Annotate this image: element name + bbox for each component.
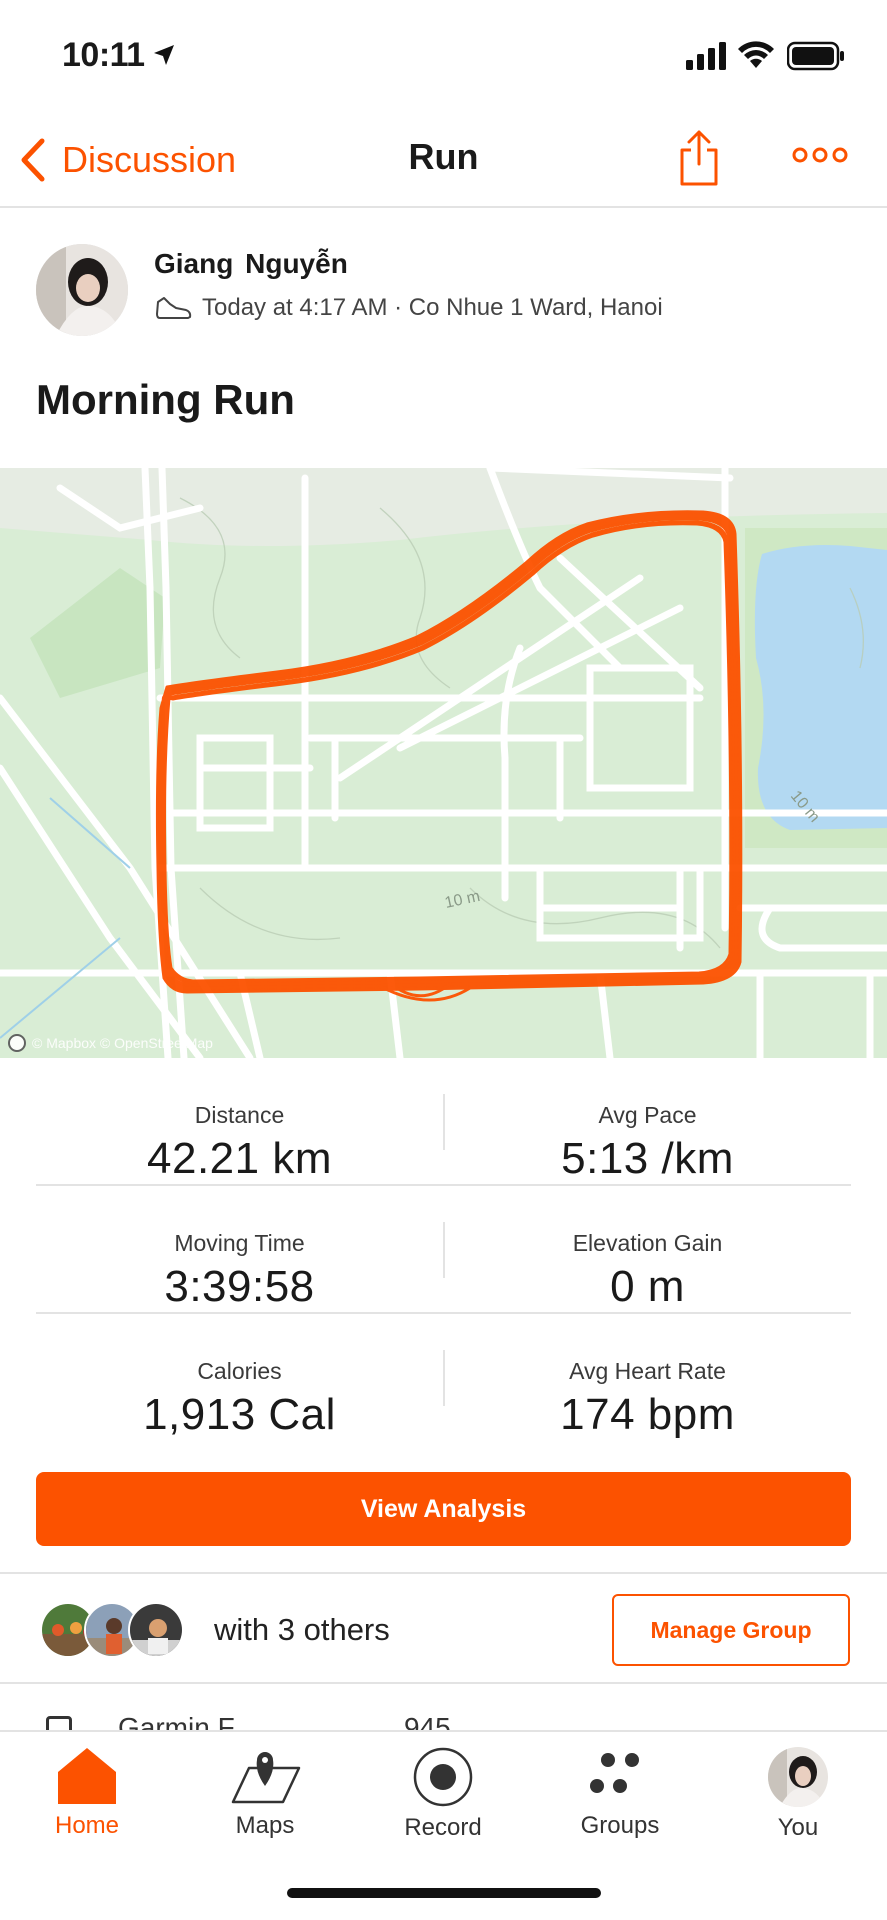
lake — [754, 545, 887, 830]
stat-value: 3:39:58 — [164, 1262, 315, 1311]
stat-label: Distance — [194, 1102, 285, 1128]
tab-groups[interactable]: Groups — [555, 1746, 685, 1866]
activity-title: Morning Run — [36, 376, 295, 423]
stat-value: 0 m — [610, 1262, 685, 1311]
stat-elevation-gain: Elevation Gain 0 m — [444, 1186, 851, 1314]
athlete-header: Giang Nguyễn Today at 4:17 AM · Co Nhue … — [0, 208, 887, 348]
activity-meta: Today at 4:17 AM · Co Nhue 1 Ward, Hanoi — [154, 294, 663, 322]
stat-moving-time: Moving Time 3:39:58 — [36, 1186, 443, 1314]
profile-avatar — [768, 1747, 828, 1807]
stat-label: Avg Heart Rate — [569, 1358, 726, 1384]
stat-value: 1,913 Cal — [143, 1390, 336, 1439]
view-analysis-button[interactable]: View Analysis — [36, 1472, 851, 1546]
activity-meta-text: Today at 4:17 AM · Co Nhue 1 Ward, Hanoi — [202, 294, 663, 321]
stat-label: Elevation Gain — [572, 1230, 723, 1256]
stat-value: 174 bpm — [560, 1390, 735, 1439]
groups-icon — [590, 1753, 639, 1793]
stat-row: Distance 42.21 km Avg Pace 5:13 /km — [36, 1058, 851, 1186]
device-icon — [46, 1716, 72, 1730]
tab-maps[interactable]: Maps — [200, 1746, 330, 1866]
mapbox-logo-icon — [8, 1034, 26, 1052]
tab-label: Groups — [580, 1812, 660, 1839]
home-indicator — [287, 1888, 601, 1898]
stat-avg-pace: Avg Pace 5:13 /km — [444, 1058, 851, 1186]
stat-distance: Distance 42.21 km — [36, 1058, 443, 1186]
status-bar: 10:11 — [0, 0, 887, 112]
tab-record[interactable]: Record — [378, 1746, 508, 1866]
stat-label: Calories — [197, 1358, 282, 1384]
maps-icon — [231, 1752, 301, 1804]
share-icon[interactable] — [676, 128, 722, 188]
wifi-icon — [738, 41, 774, 68]
group-member-avatar — [128, 1602, 184, 1658]
stat-label: Moving Time — [174, 1230, 305, 1256]
tab-you[interactable]: You — [733, 1746, 863, 1866]
tab-label: Maps — [235, 1812, 295, 1839]
stat-value: 5:13 /km — [561, 1134, 734, 1183]
tab-label: Home — [54, 1812, 120, 1839]
home-icon — [58, 1748, 116, 1804]
gear-model: 945 — [404, 1712, 451, 1730]
record-icon — [413, 1747, 473, 1807]
map-canvas: 10 m 10 m — [0, 468, 887, 1058]
map-attribution-text: © Mapbox © OpenStreetMap — [32, 1035, 213, 1051]
manage-group-button[interactable]: Manage Group — [612, 1594, 850, 1666]
chevron-left-icon — [21, 138, 45, 182]
gear-row: Garmin F 945 — [0, 1686, 887, 1730]
stat-value: 42.21 km — [147, 1134, 332, 1183]
group-with-others[interactable]: with 3 others — [214, 1612, 390, 1648]
stat-avg-heart-rate: Avg Heart Rate 174 bpm — [444, 1314, 851, 1442]
battery-icon — [787, 41, 844, 71]
status-time: 10:11 — [62, 36, 145, 74]
tab-label: Record — [404, 1814, 482, 1841]
tab-label: You — [777, 1814, 819, 1841]
stat-label: Avg Pace — [598, 1102, 697, 1128]
tab-home[interactable]: Home — [22, 1746, 152, 1866]
cellular-signal-icon — [686, 42, 726, 70]
group-section: with 3 others Manage Group — [0, 1572, 887, 1684]
stat-row: Calories 1,913 Cal Avg Heart Rate 174 bp… — [36, 1314, 851, 1442]
athlete-name[interactable]: Giang Nguyễn — [154, 248, 348, 280]
more-options-icon[interactable] — [790, 140, 850, 170]
nav-bar: Discussion Run — [0, 112, 887, 208]
back-label: Discussion — [62, 139, 237, 180]
athlete-avatar[interactable] — [36, 244, 128, 336]
activity-stats: Distance 42.21 km Avg Pace 5:13 /km Movi… — [36, 1058, 851, 1442]
group-avatars[interactable] — [40, 1602, 190, 1658]
route-map[interactable]: 10 m 10 m © Mapbox © OpenStreetMap — [0, 468, 887, 1058]
stat-row: Moving Time 3:39:58 Elevation Gain 0 m — [36, 1186, 851, 1314]
location-arrow-icon — [154, 45, 174, 65]
gear-name: Garmin F — [118, 1712, 235, 1730]
map-attribution[interactable]: © Mapbox © OpenStreetMap — [8, 1034, 213, 1052]
run-shoe-icon — [156, 297, 192, 319]
stat-calories: Calories 1,913 Cal — [36, 1314, 443, 1442]
back-button[interactable]: Discussion — [18, 134, 236, 186]
